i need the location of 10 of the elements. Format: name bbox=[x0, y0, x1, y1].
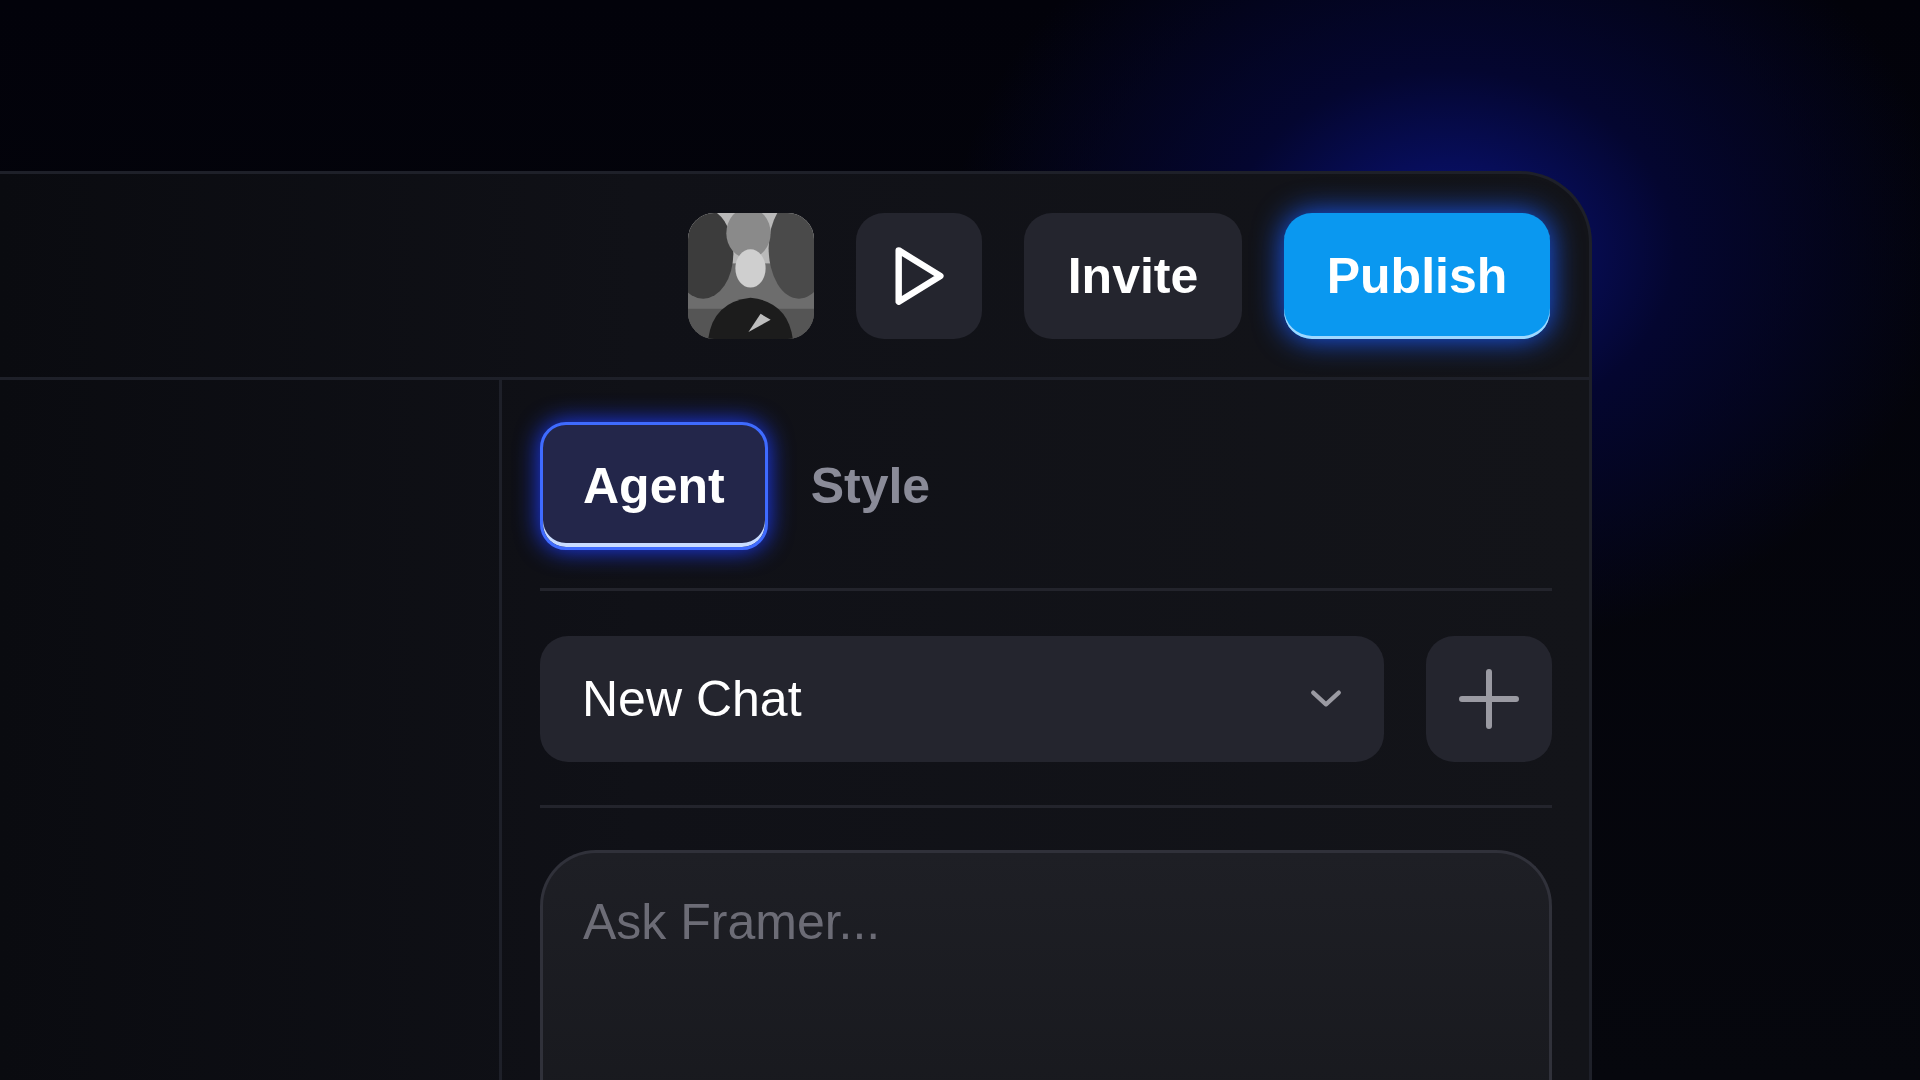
chat-dropdown[interactable]: New Chat bbox=[540, 636, 1384, 762]
invite-button[interactable]: Invite bbox=[1024, 212, 1242, 339]
tab[interactable]: Agent bbox=[540, 422, 768, 550]
prompt-field[interactable]: Ask Framer... bbox=[540, 850, 1552, 1080]
play-icon bbox=[892, 244, 946, 307]
tab[interactable]: Style bbox=[807, 422, 934, 550]
plus-icon bbox=[1459, 669, 1519, 729]
play-button[interactable] bbox=[856, 212, 982, 339]
chevron-down-icon bbox=[1310, 689, 1342, 709]
new-chat-button[interactable] bbox=[1426, 636, 1552, 762]
